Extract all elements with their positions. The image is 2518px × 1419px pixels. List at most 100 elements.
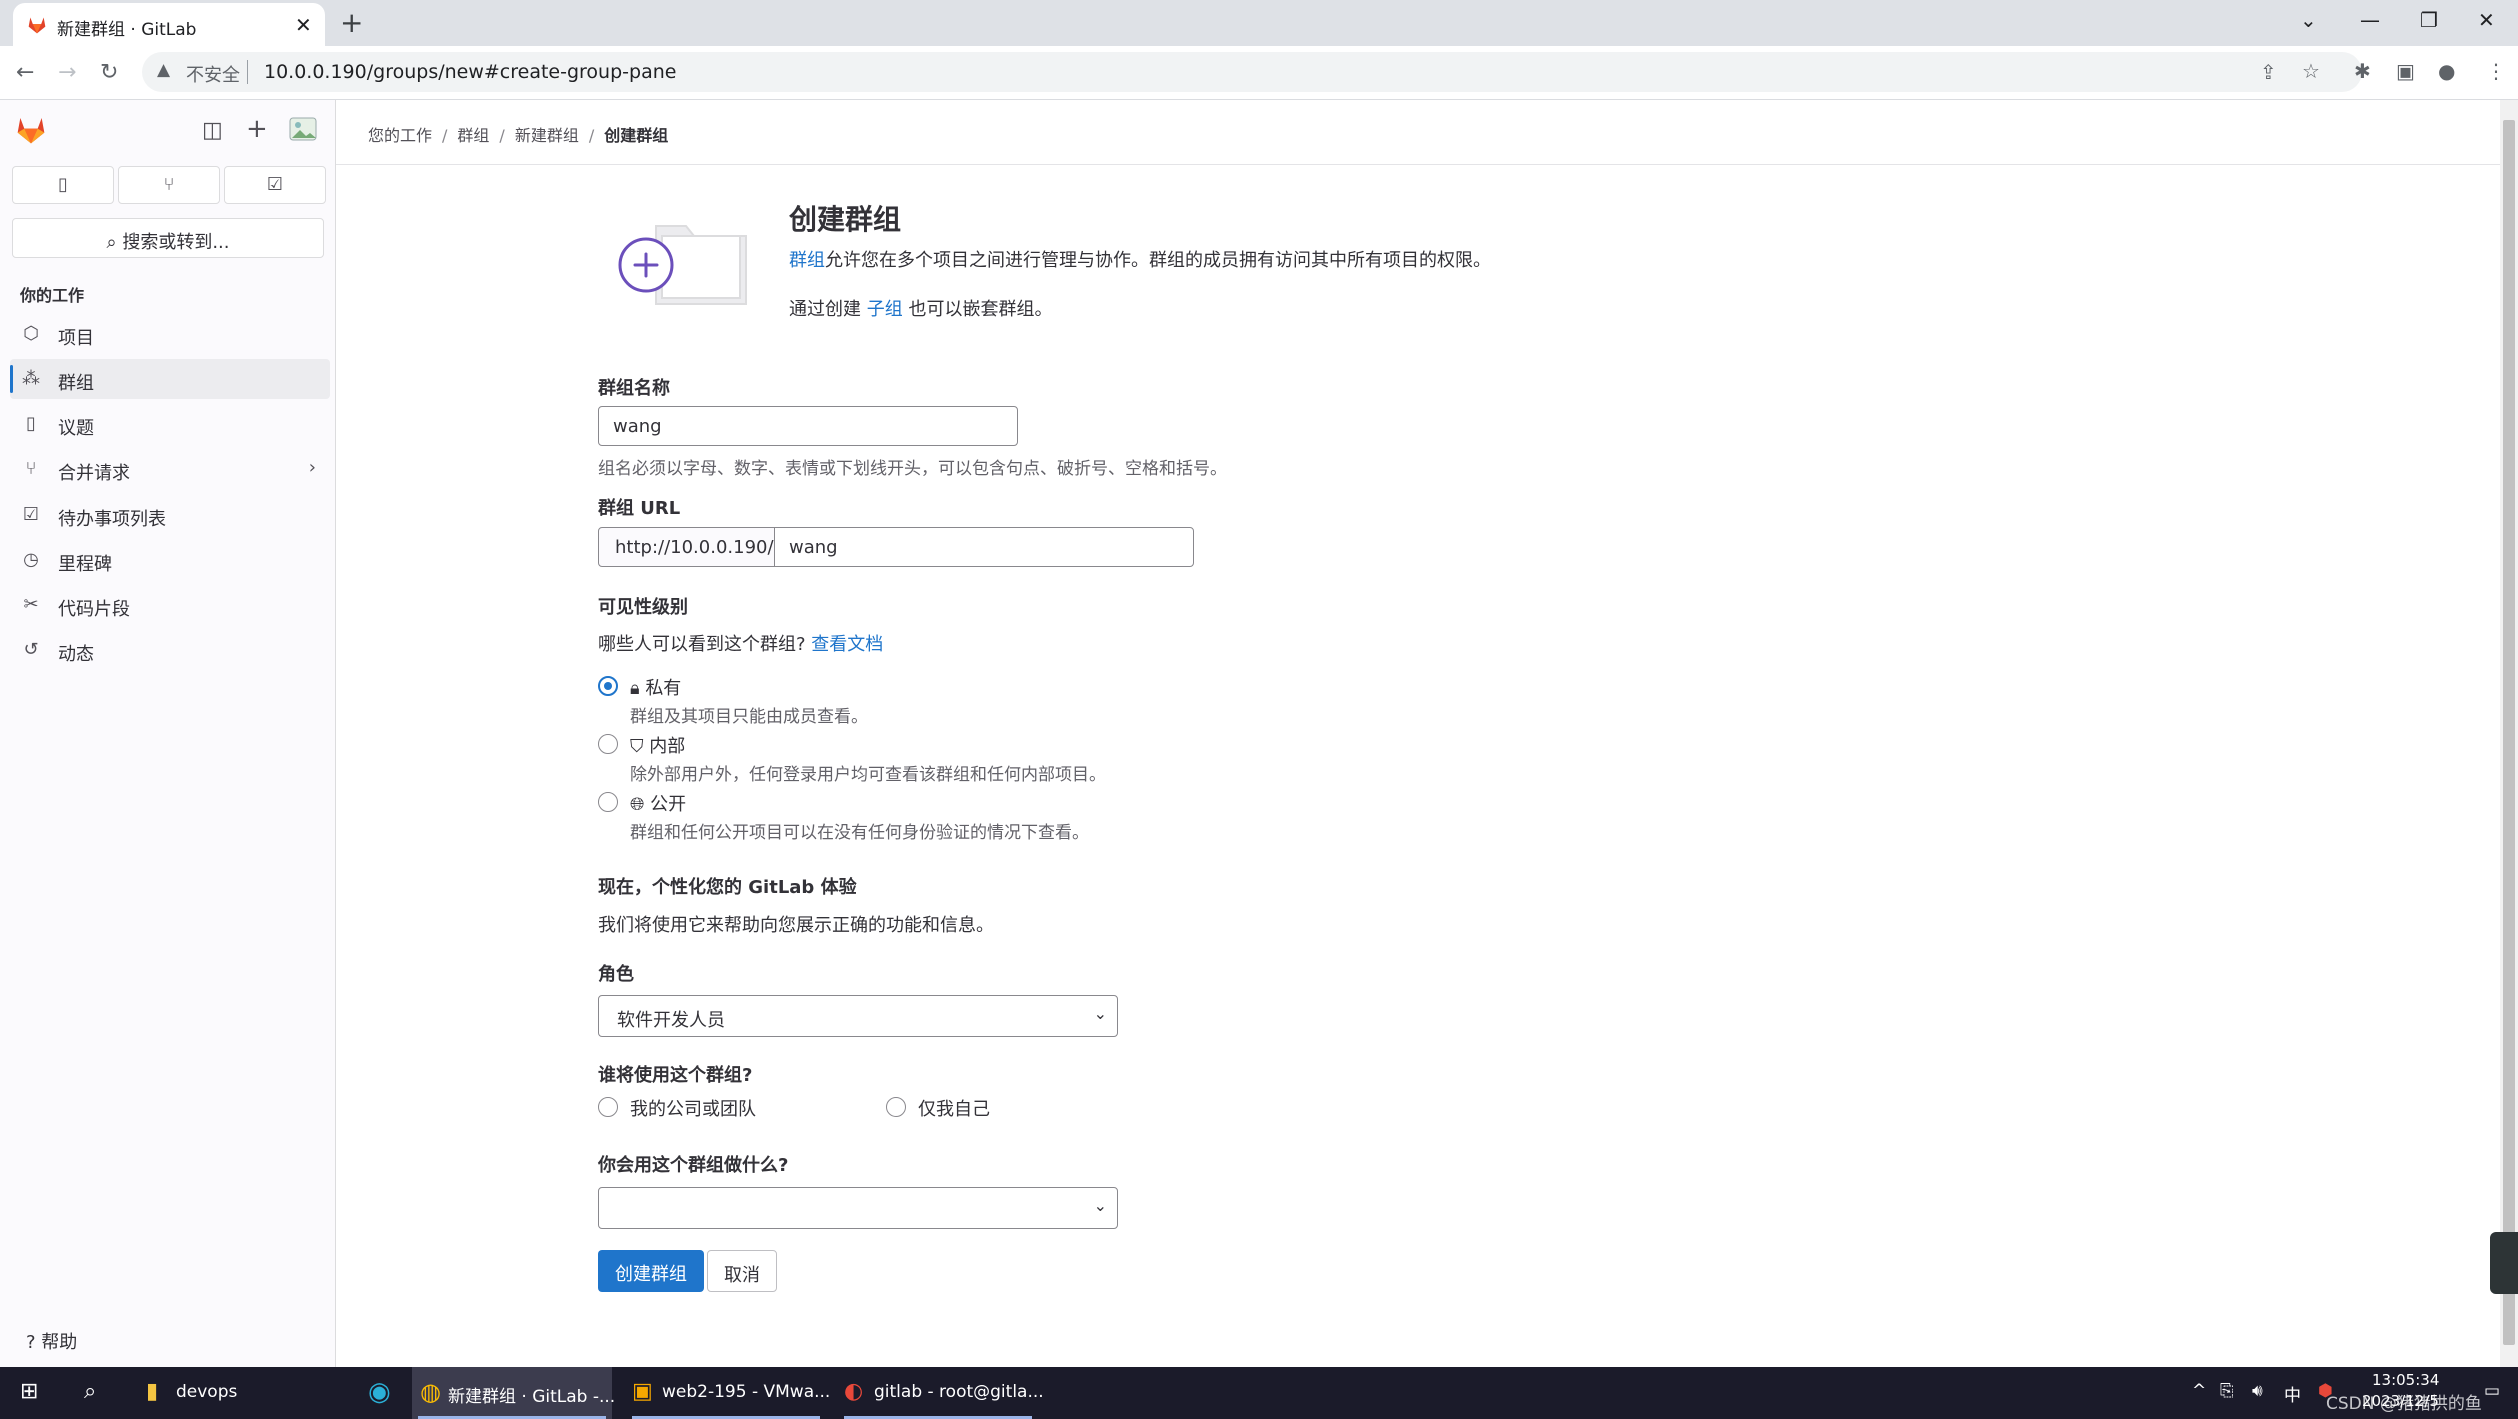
group-url-prefix: http://10.0.0.190/	[598, 527, 775, 567]
taskbar-app-devops[interactable]: ▮ devops	[140, 1367, 350, 1419]
gitlab-logo-icon[interactable]	[14, 114, 48, 146]
insecure-label[interactable]: 不安全	[186, 61, 240, 87]
issues-icon: ▯	[26, 413, 36, 434]
todo-icon: ☑	[22, 504, 40, 525]
extensions-icon[interactable]: ✱	[2354, 59, 2371, 83]
network-icon[interactable]: ⎘	[2220, 1381, 2234, 1401]
todos-count-button[interactable]: ☑	[224, 166, 326, 204]
visibility-internal-option[interactable]: ⛉ 内部	[630, 732, 685, 758]
floating-side-widget[interactable]	[2490, 1232, 2518, 1294]
taskbar-app-chrome[interactable]: ◍ 新建群组 · GitLab -...	[412, 1367, 615, 1419]
visibility-public-radio[interactable]	[598, 792, 618, 812]
browser-tab[interactable]: 新建群组 · GitLab ✕	[13, 3, 325, 46]
close-window-icon[interactable]: ✕	[2478, 8, 2495, 32]
sidebar-item-merge-requests[interactable]: ⑂ 合并请求 ›	[10, 449, 330, 489]
activity-icon: ↺	[23, 639, 39, 660]
purpose-label: 你会用这个群组做什么?	[598, 1155, 789, 1176]
tray-overflow-icon[interactable]: ^	[2192, 1381, 2206, 1401]
globe-icon: 🌐︎	[630, 794, 645, 815]
help-button[interactable]: ? 帮助	[26, 1328, 77, 1354]
profile-icon[interactable]: ●	[2438, 59, 2455, 83]
sidebar-item-milestones[interactable]: ◷ 里程碑	[10, 540, 330, 580]
address-bar[interactable]: ▲ 不安全 10.0.0.190/groups/new#create-group…	[142, 52, 2362, 92]
group-name-help: 组名必须以字母、数字、表情或下划线开头，可以包含句点、破折号、空格和括号。	[598, 459, 1227, 479]
who-company-radio[interactable]	[598, 1097, 618, 1117]
issues-count-button[interactable]: ▯	[12, 166, 114, 204]
subgroup-link[interactable]: 子组	[867, 299, 903, 320]
sidebar-item-todos[interactable]: ☑ 待办事项列表	[10, 495, 330, 535]
subgroup-description: 通过创建 子组 也可以嵌套群组。	[789, 299, 1053, 320]
sidebar-item-snippets[interactable]: ✂ 代码片段	[10, 585, 330, 625]
group-name-input[interactable]	[598, 406, 1018, 446]
who-company-option[interactable]: 我的公司或团队	[630, 1095, 756, 1121]
merge-requests-count-button[interactable]: ⑂	[118, 166, 220, 204]
sidebar-section-heading: 你的工作	[20, 286, 85, 305]
visibility-docs-link[interactable]: 查看文档	[811, 634, 883, 655]
visibility-private-radio[interactable]	[598, 676, 618, 696]
breadcrumb-groups[interactable]: 群组	[457, 126, 489, 145]
avatar[interactable]	[288, 116, 318, 142]
cancel-button[interactable]: 取消	[707, 1250, 777, 1292]
csdn-watermark: CSDN @猪猪拱的鱼	[2326, 1394, 2482, 1414]
group-url-label: 群组 URL	[598, 498, 681, 519]
warning-icon[interactable]: ▲	[157, 60, 170, 80]
visibility-internal-desc: 除外部用户外，任何登录用户均可查看该群组和任何内部项目。	[630, 765, 1106, 785]
taskbar-search-icon[interactable]: ⌕	[84, 1379, 96, 1404]
share-icon[interactable]: ⇪	[2260, 60, 2277, 84]
ime-indicator[interactable]: 中	[2284, 1381, 2301, 1406]
visibility-public-desc: 群组和任何公开项目可以在没有任何身份验证的情况下查看。	[630, 823, 1089, 843]
visibility-question: 哪些人可以看到这个群组? 查看文档	[598, 634, 884, 655]
volume-icon[interactable]: 🔊︎	[2252, 1381, 2263, 1401]
menu-kebab-icon[interactable]: ⋮	[2486, 59, 2506, 83]
sidebar-item-groups[interactable]: ⁂ 群组	[10, 359, 330, 399]
sidebar-item-projects[interactable]: ⬡ 项目	[10, 314, 330, 354]
tab-search-icon[interactable]: ⌄	[2300, 8, 2317, 32]
breadcrumb: 您的工作 / 群组 / 新建群组 / 创建群组	[368, 126, 669, 145]
close-tab-icon[interactable]: ✕	[295, 13, 312, 37]
windows-start-icon[interactable]: ⊞	[20, 1379, 38, 1404]
create-new-icon[interactable]: +	[246, 114, 268, 144]
restore-icon[interactable]: ❐	[2420, 8, 2438, 32]
sidebar-item-issues[interactable]: ▯ 议题	[10, 404, 330, 444]
chevron-down-icon: ⌄	[1093, 1196, 1107, 1215]
collapse-sidebar-icon[interactable]: ◫	[202, 118, 223, 143]
personalize-heading: 现在，个性化您的 GitLab 体验	[598, 877, 857, 898]
todo-icon: ☑	[266, 174, 284, 195]
taskbar-app-terminal[interactable]: ◐ gitlab - root@gitla...	[838, 1367, 1044, 1419]
groups-docs-link[interactable]: 群组	[789, 250, 825, 271]
breadcrumb-your-work[interactable]: 您的工作	[368, 126, 432, 145]
taskbar-app-vmware[interactable]: ▣ web2-195 - VMwa...	[626, 1367, 830, 1419]
edge-browser-icon: ◉	[368, 1377, 391, 1407]
new-tab-icon[interactable]: +	[340, 6, 363, 39]
merge-request-icon: ⑂	[163, 174, 175, 195]
clock-time[interactable]: 13:05:34	[2372, 1371, 2439, 1389]
create-group-button[interactable]: 创建群组	[598, 1250, 704, 1292]
breadcrumb-current: 创建群组	[604, 126, 669, 145]
taskbar-app-edge[interactable]: ◉	[354, 1367, 408, 1419]
role-select[interactable]: 软件开发人员 ⌄	[598, 995, 1118, 1037]
merge-request-icon: ⑂	[25, 458, 37, 479]
purpose-select[interactable]: ⌄	[598, 1187, 1118, 1229]
who-just-me-radio[interactable]	[886, 1097, 906, 1117]
visibility-label: 可见性级别	[598, 597, 688, 618]
who-just-me-option[interactable]: 仅我自己	[918, 1095, 990, 1121]
url-text[interactable]: 10.0.0.190/groups/new#create-group-pane	[264, 61, 676, 83]
breadcrumb-new-group[interactable]: 新建群组	[515, 126, 579, 145]
windows-taskbar: ⊞ ⌕ ▮ devops ◉ ◍ 新建群组 · GitLab -... ▣ we…	[0, 1367, 2518, 1419]
minimize-icon[interactable]: —	[2360, 8, 2380, 32]
search-button[interactable]: ⌕ 搜索或转到...	[12, 218, 324, 258]
sidebar-item-activity[interactable]: ↺ 动态	[10, 630, 330, 670]
notification-icon[interactable]: ▭	[2484, 1381, 2500, 1401]
visibility-public-option[interactable]: 🌐︎ 公开	[630, 790, 686, 816]
forward-icon[interactable]: →	[58, 60, 76, 85]
back-icon[interactable]: ←	[16, 60, 34, 85]
page-title: 创建群组	[789, 203, 902, 236]
scrollbar-thumb[interactable]	[2503, 120, 2515, 1345]
side-panel-icon[interactable]: ▣	[2396, 59, 2415, 83]
visibility-private-option[interactable]: 🔒︎ 私有	[630, 674, 681, 700]
chevron-down-icon: ⌄	[1093, 1004, 1107, 1023]
group-url-input[interactable]	[774, 527, 1194, 567]
bookmark-star-icon[interactable]: ☆	[2302, 59, 2320, 83]
visibility-internal-radio[interactable]	[598, 734, 618, 754]
reload-icon[interactable]: ↻	[100, 60, 118, 85]
